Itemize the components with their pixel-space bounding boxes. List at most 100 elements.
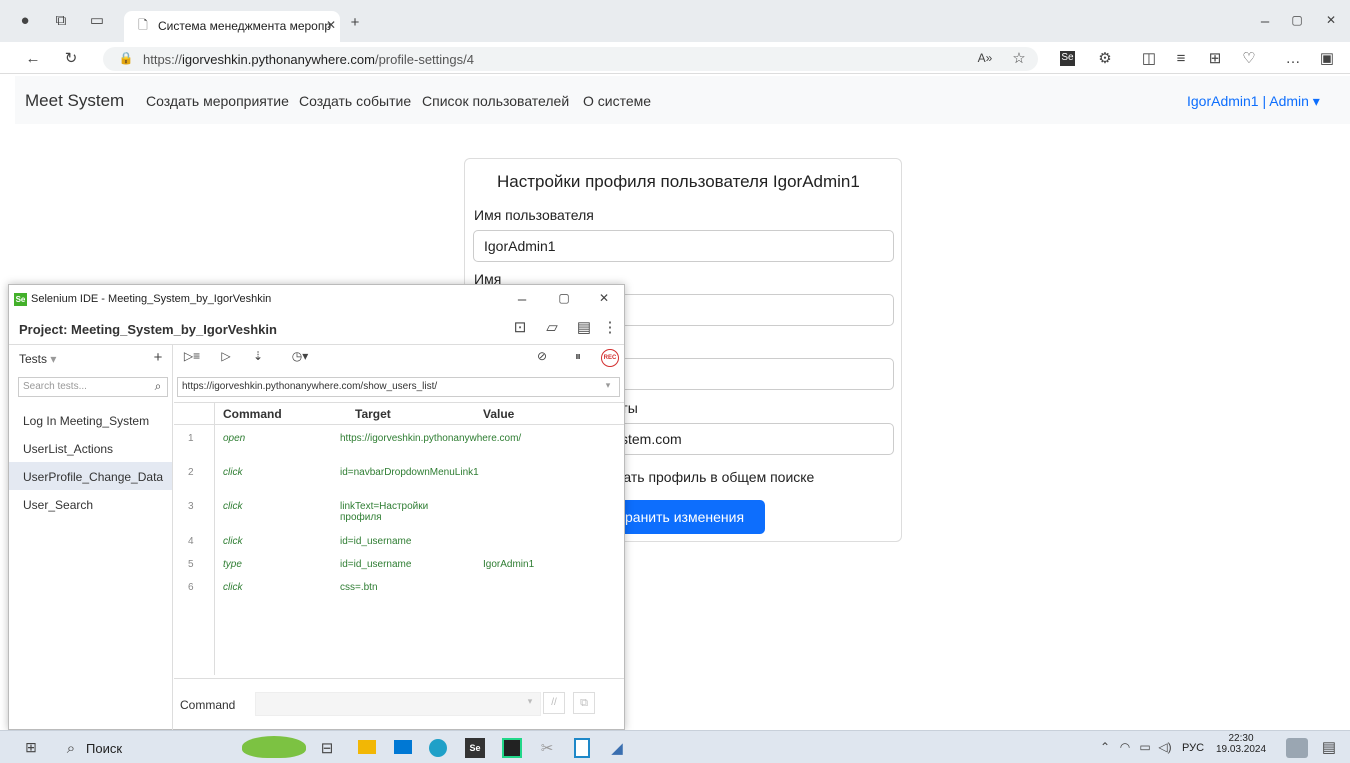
run-all-icon[interactable]: ▷≡: [183, 350, 201, 362]
username-input[interactable]: IgorAdmin1: [473, 230, 894, 262]
step-icon[interactable]: ⇣: [249, 350, 267, 362]
row-target[interactable]: id=id_username: [340, 536, 468, 547]
row-target[interactable]: linkText=Настройки профиля: [340, 501, 468, 523]
nav-about[interactable]: О системе: [583, 93, 651, 109]
notepad-icon[interactable]: [574, 738, 590, 758]
language-indicator[interactable]: РУС: [1182, 742, 1204, 754]
run-test-icon[interactable]: ▷: [217, 350, 235, 362]
new-tab-icon[interactable]: +: [346, 15, 364, 30]
profile-icon[interactable]: ●: [16, 13, 34, 28]
row-command[interactable]: click: [223, 536, 242, 547]
read-aloud-icon[interactable]: A»: [976, 52, 994, 64]
se-minimize-icon[interactable]: –: [513, 292, 531, 307]
row-command[interactable]: type: [223, 559, 242, 570]
browser-tab[interactable]: 🗋 Система менеджмента меропр: [124, 11, 340, 42]
search-icon[interactable]: ⌕: [149, 380, 167, 392]
tests-dropdown[interactable]: Tests ▾: [19, 352, 56, 366]
add-test-icon[interactable]: +: [149, 350, 167, 365]
frog-widget-icon[interactable]: [242, 736, 306, 758]
row-number: 5: [188, 559, 194, 570]
pause-icon[interactable]: ⏸: [569, 350, 587, 362]
open-reference-icon[interactable]: ⧉: [573, 692, 595, 714]
snipping-tool-icon[interactable]: ✂: [538, 741, 556, 756]
row-number: 1: [188, 433, 194, 444]
command-chevron-down-icon[interactable]: ▾: [521, 697, 539, 706]
test-item[interactable]: UserList_Actions: [9, 434, 172, 462]
open-project-icon[interactable]: ▱: [543, 320, 561, 335]
store-icon[interactable]: [394, 740, 412, 754]
save-project-icon[interactable]: ▤: [575, 320, 593, 335]
extensions-icon[interactable]: ⚙: [1096, 51, 1114, 66]
row-command[interactable]: click: [223, 467, 242, 478]
hide-profile-label[interactable]: жать профиль в общем поиске: [614, 469, 814, 485]
windows-start-icon[interactable]: ⊞: [22, 740, 40, 754]
row-target[interactable]: id=navbarDropdownMenuLink1: [340, 467, 479, 478]
edge-icon[interactable]: [429, 739, 447, 757]
record-icon[interactable]: REC: [601, 349, 619, 367]
url-field[interactable]: 🔒 https://igorveshkin.pythonanywhere.com…: [103, 47, 1038, 71]
base-url-select[interactable]: https://igorveshkin.pythonanywhere.com/s…: [177, 377, 620, 397]
app-icon[interactable]: ◢: [608, 741, 626, 756]
row-value[interactable]: IgorAdmin1: [483, 559, 534, 570]
favorite-icon[interactable]: ☆: [1010, 51, 1028, 66]
selenium-extension-icon[interactable]: Se: [1060, 51, 1075, 66]
split-screen-icon[interactable]: ◫: [1140, 51, 1158, 66]
minimize-icon[interactable]: –: [1256, 14, 1274, 29]
nav-create-event[interactable]: Создать событие: [299, 93, 411, 109]
row-command[interactable]: click: [223, 501, 242, 512]
more-menu-icon[interactable]: …: [1284, 51, 1302, 66]
url-host: igorveshkin.pythonanywhere.com: [182, 52, 375, 67]
file-explorer-icon[interactable]: [358, 740, 376, 754]
page-icon: 🗋: [138, 18, 148, 32]
volume-icon[interactable]: ◁): [1156, 741, 1174, 753]
url-chevron-down-icon[interactable]: ▾: [599, 381, 617, 390]
collections-icon[interactable]: ⊞: [1206, 51, 1224, 66]
back-icon[interactable]: ←: [24, 51, 42, 66]
command-input[interactable]: [255, 692, 541, 716]
test-item-selected[interactable]: UserProfile_Change_Data: [9, 462, 172, 490]
row-command[interactable]: open: [223, 433, 245, 444]
row-target[interactable]: css=.btn: [340, 582, 468, 593]
user-dropdown[interactable]: IgorAdmin1 | Admin ▾: [1187, 93, 1320, 110]
selenium-taskbar-icon[interactable]: Se: [465, 738, 485, 758]
taskbar-search-icon[interactable]: ⌕: [62, 741, 80, 756]
sidebar-icon[interactable]: ▣: [1318, 51, 1336, 66]
clock[interactable]: 22:30 19.03.2024: [1216, 733, 1266, 755]
search-tests-input[interactable]: Search tests...: [18, 377, 168, 397]
task-view-icon[interactable]: ⊟: [318, 741, 336, 756]
new-project-icon[interactable]: ⊡: [511, 320, 529, 335]
comment-toggle-icon[interactable]: //: [543, 692, 565, 714]
disable-breakpoints-icon[interactable]: ⊘: [533, 350, 551, 362]
more-options-icon[interactable]: ⋮: [601, 320, 619, 335]
tests-label: Tests: [19, 352, 48, 366]
battery-icon[interactable]: ▭: [1136, 741, 1154, 753]
tray-chevron-up-icon[interactable]: ⌃: [1096, 741, 1114, 753]
widget-icon[interactable]: [1286, 738, 1308, 758]
nav-create-meeting[interactable]: Создать мероприятие: [146, 93, 289, 109]
se-close-icon[interactable]: ✕: [595, 292, 613, 304]
speed-icon[interactable]: ◷▾: [291, 350, 309, 362]
lock-icon[interactable]: 🔒: [117, 52, 135, 64]
se-maximize-icon[interactable]: ▢: [555, 292, 573, 304]
row-target[interactable]: id=id_username: [340, 559, 468, 570]
close-window-icon[interactable]: ✕: [1322, 14, 1340, 26]
performance-icon[interactable]: ♡: [1240, 51, 1258, 66]
pycharm-icon[interactable]: [502, 738, 522, 758]
test-item[interactable]: Log In Meeting_System: [9, 406, 172, 434]
test-item[interactable]: User_Search: [9, 490, 172, 518]
row-command[interactable]: click: [223, 582, 242, 593]
row-target[interactable]: https://igorveshkin.pythonanywhere.com/: [340, 433, 521, 444]
notifications-icon[interactable]: ▤: [1320, 740, 1338, 755]
site-brand[interactable]: Meet System: [25, 91, 124, 111]
tab-actions-icon[interactable]: ▭: [88, 13, 106, 28]
chevron-down-icon: ▾: [50, 352, 57, 366]
favorites-list-icon[interactable]: ≡: [1172, 51, 1190, 66]
maximize-icon[interactable]: ▢: [1288, 14, 1306, 26]
project-name: Project: Meeting_System_by_IgorVeshkin: [19, 322, 277, 337]
taskbar-search-label[interactable]: Поиск: [86, 741, 122, 756]
refresh-icon[interactable]: ↻: [62, 51, 80, 66]
nav-user-list[interactable]: Список пользователей: [422, 93, 569, 109]
workspaces-icon[interactable]: ⧉: [52, 13, 70, 28]
wifi-icon[interactable]: ◠: [1116, 741, 1134, 753]
close-tab-icon[interactable]: ✕: [322, 19, 340, 31]
